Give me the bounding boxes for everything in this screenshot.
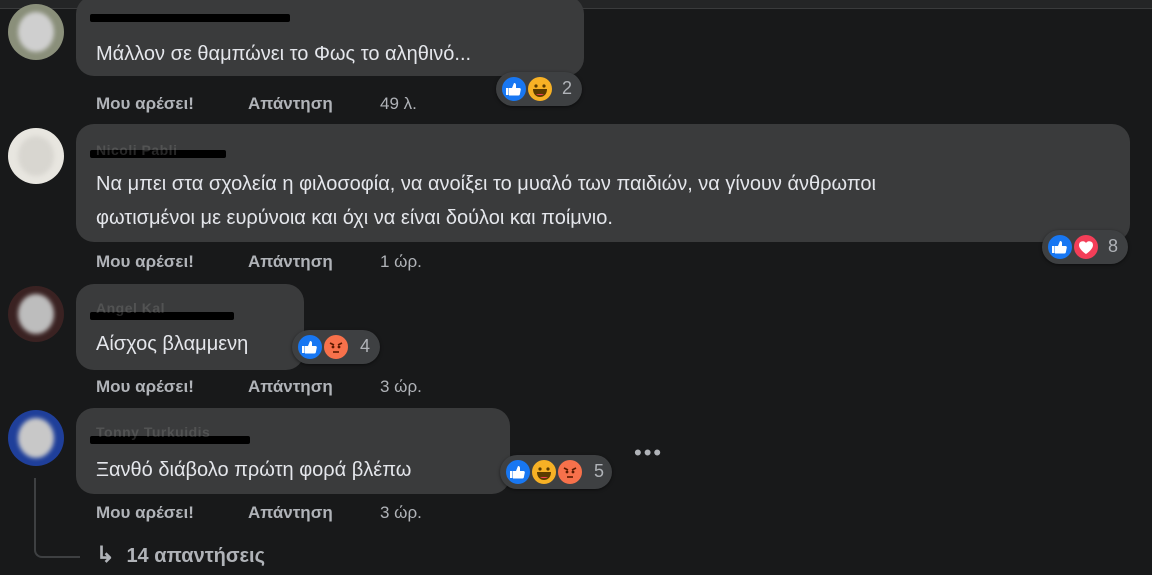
like-icon	[500, 75, 528, 103]
comment-bubble: Tonny Turkuidis Ξανθό διάβολο πρώτη φορά…	[76, 408, 510, 494]
reaction-count: 4	[360, 336, 371, 356]
comment-author[interactable]: Angel Kal	[96, 300, 165, 316]
reply-arrow-icon: ↳	[96, 542, 115, 567]
reactions-summary[interactable]: 5	[500, 455, 612, 489]
comment-text-line: φωτισμένοι με ευρύνοια και όχι να είναι …	[96, 207, 613, 229]
comment-text-line: Να μπει στα σχολεία η φιλοσοφία, να ανοί…	[96, 173, 876, 195]
comment-author[interactable]: Tonny Turkuidis	[96, 424, 210, 440]
love-icon	[1072, 233, 1100, 261]
comment-text: Αίσχος βλαμμενη	[96, 333, 249, 355]
angry-icon	[556, 458, 584, 486]
reply-link[interactable]: Απάντηση	[248, 377, 333, 397]
reactions-summary[interactable]: 2	[496, 72, 582, 106]
reply-link[interactable]: Απάντηση	[248, 94, 333, 114]
avatar[interactable]	[8, 410, 64, 466]
more-options-button[interactable]: •••	[634, 440, 663, 466]
comment-bubble: Nicoli Pabli Να μπει στα σχολεία η φιλοσ…	[76, 124, 1130, 242]
like-icon	[504, 458, 532, 486]
haha-icon	[530, 458, 558, 486]
like-link[interactable]: Μου αρέσει!	[96, 377, 194, 397]
reply-link[interactable]: Απάντηση	[248, 503, 333, 523]
reactions-summary[interactable]: 8	[1042, 230, 1128, 264]
thread-connector	[34, 478, 80, 558]
like-icon	[1046, 233, 1074, 261]
timestamp[interactable]: 3 ώρ.	[380, 503, 422, 523]
timestamp[interactable]: 49 λ.	[380, 94, 417, 114]
comment-text: Ξανθό διάβολο πρώτη φορά βλέπω	[96, 459, 412, 481]
like-link[interactable]: Μου αρέσει!	[96, 252, 194, 272]
timestamp[interactable]: 3 ώρ.	[380, 377, 422, 397]
angry-icon	[322, 333, 350, 361]
timestamp[interactable]: 1 ώρ.	[380, 252, 422, 272]
like-link[interactable]: Μου αρέσει!	[96, 94, 194, 114]
reactions-summary[interactable]: 4	[292, 330, 380, 364]
avatar[interactable]	[8, 4, 64, 60]
avatar[interactable]	[8, 286, 64, 342]
reply-link[interactable]: Απάντηση	[248, 252, 333, 272]
avatar[interactable]	[8, 128, 64, 184]
replies-count-label: 14 απαντήσεις	[126, 545, 265, 567]
redacted-name-bar	[90, 14, 290, 22]
comment-bubble: Angel Kal Αίσχος βλαμμενη	[76, 284, 304, 370]
haha-icon	[526, 75, 554, 103]
comment-bubble: Μάλλον σε θαμπώνει το Φως το αληθινό...	[76, 0, 584, 76]
reaction-count: 8	[1108, 236, 1119, 256]
reaction-count: 2	[562, 78, 573, 98]
comment-author[interactable]: Nicoli Pabli	[96, 142, 177, 158]
comment-text: Μάλλον σε θαμπώνει το Φως το αληθινό...	[96, 43, 472, 65]
like-icon	[296, 333, 324, 361]
like-link[interactable]: Μου αρέσει!	[96, 503, 194, 523]
reaction-count: 5	[594, 461, 605, 481]
view-replies-link[interactable]: ↳ 14 απαντήσεις	[96, 542, 265, 568]
